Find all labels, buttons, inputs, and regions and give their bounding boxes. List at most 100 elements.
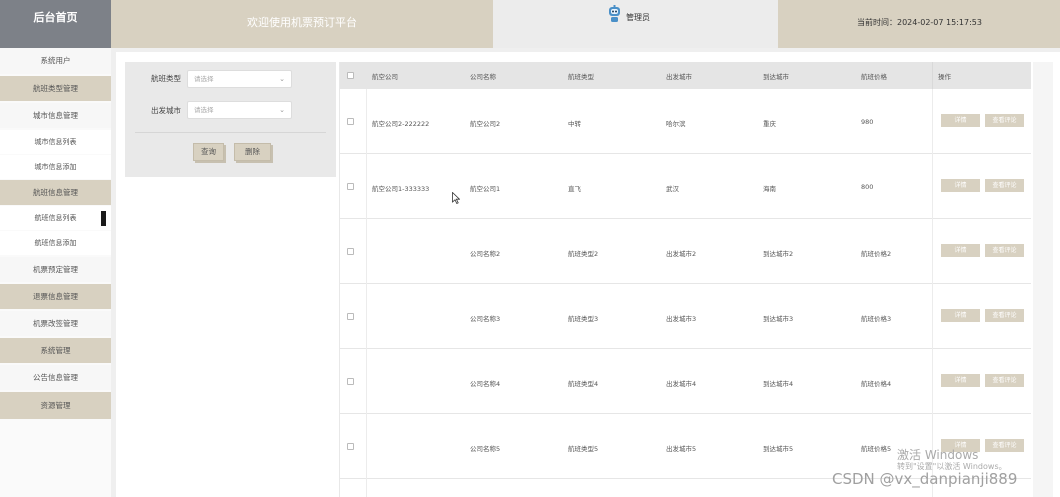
detail-button[interactable]: 详情: [941, 244, 980, 257]
csdn-watermark: CSDN @vx_danpianji889: [832, 470, 1018, 488]
th-actions: 操作: [938, 73, 951, 81]
cell-company: 公司名称4: [470, 380, 501, 388]
cell-company: 航空公司2: [470, 120, 501, 128]
cell-price: 航班价格2: [861, 250, 892, 258]
cell-arrival-city: 到达城市3: [763, 315, 794, 323]
sidebar-item-flight-type-mgmt[interactable]: 航班类型管理: [0, 76, 111, 101]
select-all-checkbox[interactable]: [347, 72, 354, 79]
column-divider: [932, 89, 933, 497]
current-time: 当前时间：2024-02-07 15:17:53: [778, 0, 1060, 48]
row-checkbox[interactable]: [347, 313, 354, 320]
table-row: 公司名称4 航班类型4 出发城市4 到达城市4 航班价格4 详情 查看评论: [340, 349, 1031, 414]
cell-price: 航班价格5: [861, 445, 892, 453]
column-divider: [932, 62, 933, 89]
table-row: 航空公司2-222222 航空公司2 中转 哈尔滨 重庆 980 详情 查看评论: [340, 89, 1031, 154]
active-item-marker: [101, 211, 106, 226]
cell-flight-type: 航班类型5: [568, 445, 599, 453]
view-comments-button[interactable]: 查看评论: [985, 114, 1024, 127]
cell-departure-city: 出发城市2: [666, 250, 697, 258]
home-logo[interactable]: 后台首页: [0, 0, 111, 48]
row-checkbox[interactable]: [347, 118, 354, 125]
departure-city-label: 出发城市: [151, 106, 181, 115]
scrollbar-track[interactable]: [1033, 62, 1053, 497]
cell-departure-city: 出发城市4: [666, 380, 697, 388]
admin-area[interactable]: 管理员: [493, 0, 778, 48]
row-checkbox[interactable]: [347, 248, 354, 255]
flight-type-label: 航班类型: [151, 74, 181, 83]
sidebar-item-ticket-booking-mgmt[interactable]: 机票预定管理: [0, 257, 111, 282]
cell-price: 980: [861, 118, 874, 126]
departure-city-select[interactable]: 请选择 ⌄: [187, 101, 292, 119]
detail-button[interactable]: 详情: [941, 114, 980, 127]
cell-arrival-city: 重庆: [763, 120, 776, 128]
cell-arrival-city: 到达城市4: [763, 380, 794, 388]
cell-departure-city: 出发城市3: [666, 315, 697, 323]
view-comments-button[interactable]: 查看评论: [985, 439, 1024, 452]
flight-table: 航空公司 公司名称 航班类型 出发城市 到达城市 航班价格 操作 航空公司2-2…: [339, 62, 1031, 497]
filter-divider: [135, 132, 326, 133]
cell-arrival-city: 海南: [763, 185, 776, 193]
table-row: 公司名称3 航班类型3 出发城市3 到达城市3 航班价格3 详情 查看评论: [340, 284, 1031, 349]
sidebar-item-refund-mgmt[interactable]: 退票信息管理: [0, 284, 111, 309]
row-checkbox[interactable]: [347, 183, 354, 190]
flight-type-placeholder: 请选择: [194, 75, 214, 83]
chevron-down-icon: ⌄: [279, 106, 285, 114]
cell-arrival-city: 到达城市5: [763, 445, 794, 453]
sidebar-item-resource-mgmt[interactable]: 资源管理: [0, 392, 111, 419]
mouse-cursor-icon: [452, 192, 460, 204]
cell-flight-type: 航班类型4: [568, 380, 599, 388]
th-price: 航班价格: [861, 73, 887, 81]
cell-flight-type: 航班类型2: [568, 250, 599, 258]
sidebar-item-flight-info-list[interactable]: 航班信息列表: [0, 206, 111, 230]
admin-label[interactable]: 管理员: [626, 12, 650, 23]
th-departure-city: 出发城市: [666, 73, 692, 81]
cell-price: 航班价格3: [861, 315, 892, 323]
sidebar-item-system-mgmt[interactable]: 系统管理: [0, 338, 111, 363]
sidebar: 系统用户 航班类型管理 城市信息管理 城市信息列表 城市信息添加 航班信息管理 …: [0, 48, 111, 497]
cell-flight-type: 航班类型3: [568, 315, 599, 323]
row-checkbox[interactable]: [347, 378, 354, 385]
th-airline: 航空公司: [372, 73, 398, 81]
table-row: 公司名称2 航班类型2 出发城市2 到达城市2 航班价格2 详情 查看评论: [340, 219, 1031, 284]
cell-company: 航空公司1: [470, 185, 501, 193]
sidebar-item-change-mgmt[interactable]: 机票改签管理: [0, 311, 111, 336]
th-flight-type: 航班类型: [568, 73, 594, 81]
sidebar-item-flight-info-add[interactable]: 航班信息添加: [0, 231, 111, 255]
sidebar-item-city-info-list[interactable]: 城市信息列表: [0, 130, 111, 154]
cell-company: 公司名称5: [470, 445, 501, 453]
view-comments-button[interactable]: 查看评论: [985, 179, 1024, 192]
departure-city-placeholder: 请选择: [194, 106, 214, 114]
sidebar-item-flight-info-mgmt[interactable]: 航班信息管理: [0, 180, 111, 205]
cell-departure-city: 出发城市5: [666, 445, 697, 453]
cell-flight-type: 中转: [568, 120, 581, 128]
table-row: 航空公司1-333333 航空公司1 直飞 武汉 海南 800 详情 查看评论: [340, 154, 1031, 219]
cell-arrival-city: 到达城市2: [763, 250, 794, 258]
cell-company: 公司名称3: [470, 315, 501, 323]
welcome-banner: 欢迎使用机票预订平台: [111, 0, 493, 48]
sidebar-item-city-info-mgmt[interactable]: 城市信息管理: [0, 103, 111, 128]
delete-button[interactable]: 删除: [234, 143, 271, 161]
detail-button[interactable]: 详情: [941, 374, 980, 387]
view-comments-button[interactable]: 查看评论: [985, 374, 1024, 387]
view-comments-button[interactable]: 查看评论: [985, 309, 1024, 322]
detail-button[interactable]: 详情: [941, 179, 980, 192]
detail-button[interactable]: 详情: [941, 309, 980, 322]
sidebar-item-notice-mgmt[interactable]: 公告信息管理: [0, 365, 111, 390]
sidebar-item-city-info-add[interactable]: 城市信息添加: [0, 155, 111, 179]
main-content: 航班类型 请选择 ⌄ 出发城市 请选择 ⌄ 查询 删除 航空公司 公司名称 航班…: [116, 52, 1060, 497]
row-checkbox[interactable]: [347, 443, 354, 450]
table-header: 航空公司 公司名称 航班类型 出发城市 到达城市 航班价格 操作: [340, 62, 1031, 89]
view-comments-button[interactable]: 查看评论: [985, 244, 1024, 257]
cell-price: 800: [861, 183, 874, 191]
flight-type-select[interactable]: 请选择 ⌄: [187, 70, 292, 88]
sidebar-item-system-users[interactable]: 系统用户: [0, 48, 111, 74]
column-divider: [366, 89, 367, 497]
cell-airline: 航空公司1-333333: [372, 185, 430, 193]
chevron-down-icon: ⌄: [279, 75, 285, 83]
th-arrival-city: 到达城市: [763, 73, 789, 81]
cell-airline: 航空公司2-222222: [372, 120, 430, 128]
top-header: 后台首页 欢迎使用机票预订平台 管理员 当前时间：2024-02-07 15:1…: [0, 0, 1060, 48]
robot-avatar-icon: [609, 5, 620, 22]
filter-panel: 航班类型 请选择 ⌄ 出发城市 请选择 ⌄ 查询 删除: [125, 62, 336, 177]
query-button[interactable]: 查询: [193, 143, 224, 161]
